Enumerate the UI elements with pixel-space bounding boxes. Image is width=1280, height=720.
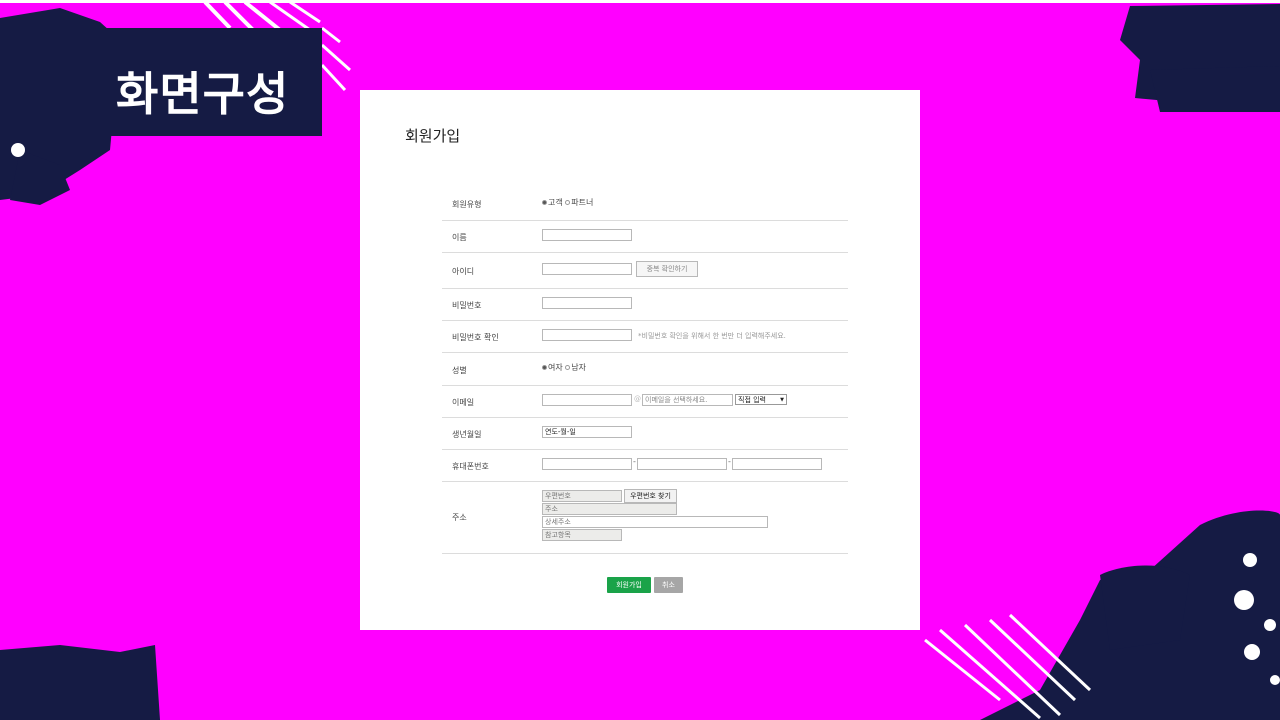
email-domain-select[interactable]: 직접 입력 ▼ bbox=[735, 394, 787, 405]
address-label: 주소 bbox=[452, 513, 467, 522]
member-type-label: 회원유형 bbox=[452, 200, 482, 209]
form-heading: 회원가입 bbox=[405, 127, 461, 145]
partner-radio-label: 파트너 bbox=[571, 198, 594, 207]
address-input[interactable]: 주소 bbox=[542, 503, 677, 515]
phone-sep-2: - bbox=[728, 457, 731, 466]
password-label: 비밀번호 bbox=[452, 301, 482, 310]
id-label: 아이디 bbox=[452, 267, 475, 276]
id-check-button[interactable]: 중복 확인하기 bbox=[636, 261, 698, 277]
male-radio[interactable] bbox=[565, 365, 571, 370]
customer-radio-label: 고객 bbox=[548, 198, 563, 207]
address-detail-input[interactable]: 상세주소 bbox=[542, 516, 768, 528]
address-ref-input[interactable]: 참고항목 bbox=[542, 529, 622, 541]
id-input[interactable] bbox=[542, 263, 632, 275]
birth-label: 생년월일 bbox=[452, 430, 482, 439]
phone-input-3[interactable] bbox=[732, 458, 822, 470]
row-phone: 휴대폰번호 - - bbox=[442, 450, 848, 482]
password-confirm-hint: *비밀번호 확인을 위해서 한 번만 더 입력해주세요. bbox=[638, 332, 786, 340]
signup-panel: 회원가입 회원유형 고객 파트너 이름 아이디 중복 확인하기 비밀번호 비밀번… bbox=[360, 90, 920, 630]
row-password-confirm: 비밀번호 확인 *비밀번호 확인을 위해서 한 번만 더 입력해주세요. bbox=[442, 321, 848, 353]
phone-input-2[interactable] bbox=[637, 458, 727, 470]
row-address: 주소 우편번호 우편번호 찾기 주소 상세주소 참고항목 bbox=[442, 482, 848, 554]
male-radio-label: 남자 bbox=[571, 363, 587, 372]
phone-sep-1: - bbox=[633, 457, 636, 466]
password-confirm-input[interactable] bbox=[542, 329, 632, 341]
row-password: 비밀번호 bbox=[442, 289, 848, 321]
find-zipcode-button[interactable]: 우편번호 찾기 bbox=[624, 489, 677, 503]
email-label: 이메일 bbox=[452, 398, 475, 407]
slide-title: 화면구성 bbox=[116, 67, 290, 121]
row-email: 이메일 @ 이메일을 선택하세요. 직접 입력 ▼ bbox=[442, 386, 848, 418]
row-name: 이름 bbox=[442, 221, 848, 253]
row-birth: 생년월일 연도-월-일 bbox=[442, 418, 848, 450]
slide-title-box: 화면구성 bbox=[0, 28, 322, 136]
female-radio-label: 여자 bbox=[548, 363, 563, 372]
gender-label: 성별 bbox=[452, 366, 467, 375]
password-input[interactable] bbox=[542, 297, 632, 309]
email-at-sign: @ bbox=[634, 395, 641, 403]
row-id: 아이디 중복 확인하기 bbox=[442, 253, 848, 289]
phone-input-1[interactable] bbox=[542, 458, 632, 470]
email-select-value: 직접 입력 bbox=[738, 396, 766, 404]
birth-input[interactable]: 연도-월-일 bbox=[542, 426, 632, 438]
signup-submit-button[interactable]: 회원가입 bbox=[607, 577, 651, 593]
gender-options: 여자 남자 bbox=[542, 362, 586, 373]
email-id-input[interactable] bbox=[542, 394, 632, 406]
row-gender: 성별 여자 남자 bbox=[442, 353, 848, 386]
zipcode-input[interactable]: 우편번호 bbox=[542, 490, 622, 502]
signup-cancel-button[interactable]: 취소 bbox=[654, 577, 683, 593]
partner-radio[interactable] bbox=[565, 200, 571, 205]
name-label: 이름 bbox=[452, 233, 467, 242]
female-radio[interactable] bbox=[542, 365, 547, 370]
email-domain-input[interactable]: 이메일을 선택하세요. bbox=[642, 394, 733, 406]
phone-label: 휴대폰번호 bbox=[452, 462, 489, 471]
row-member-type: 회원유형 고객 파트너 bbox=[442, 188, 848, 221]
select-arrow-icon: ▼ bbox=[780, 397, 784, 403]
password-confirm-label: 비밀번호 확인 bbox=[452, 333, 499, 342]
member-type-options: 고객 파트너 bbox=[542, 197, 593, 208]
name-input[interactable] bbox=[542, 229, 632, 241]
customer-radio[interactable] bbox=[542, 200, 547, 205]
